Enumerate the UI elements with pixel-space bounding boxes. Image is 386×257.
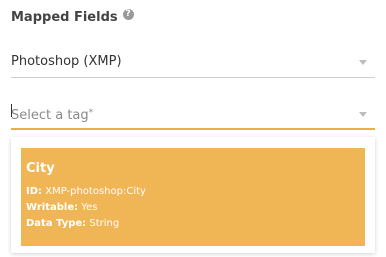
tag-option-writable-label: Writable: xyxy=(26,202,79,213)
required-marker: * xyxy=(88,108,94,118)
mapped-fields-title: Mapped Fields xyxy=(11,10,118,25)
tag-option-id-value: XMP-photoshop:City xyxy=(45,186,146,197)
help-icon[interactable]: ? xyxy=(122,9,134,20)
tag-option-city[interactable]: City ID: XMP-photoshop:City Writable: Ye… xyxy=(21,148,365,246)
schema-select[interactable]: Photoshop (XMP) xyxy=(11,52,375,78)
tag-option-writable: Writable: Yes xyxy=(26,200,365,216)
chevron-down-icon[interactable] xyxy=(359,60,367,65)
tag-select-placeholder: Select a tag* xyxy=(11,108,93,123)
chevron-down-icon[interactable] xyxy=(359,112,367,117)
tag-option-id-label: ID: xyxy=(26,186,43,197)
tag-option-id: ID: XMP-photoshop:City xyxy=(26,184,365,200)
tag-option-datatype: Data Type: String xyxy=(26,216,365,232)
tag-option-datatype-label: Data Type: xyxy=(26,218,87,229)
schema-select-value: Photoshop (XMP) xyxy=(11,54,122,69)
tag-option-writable-value: Yes xyxy=(81,202,98,213)
tag-option-datatype-value: String xyxy=(89,218,120,229)
tag-dropdown-panel: City ID: XMP-photoshop:City Writable: Ye… xyxy=(11,137,375,253)
mapped-fields-heading: Mapped Fields ? xyxy=(11,9,134,25)
tag-option-title: City xyxy=(26,161,55,176)
tag-select-placeholder-text: Select a tag xyxy=(11,108,89,123)
tag-select[interactable]: Select a tag* xyxy=(11,104,375,130)
